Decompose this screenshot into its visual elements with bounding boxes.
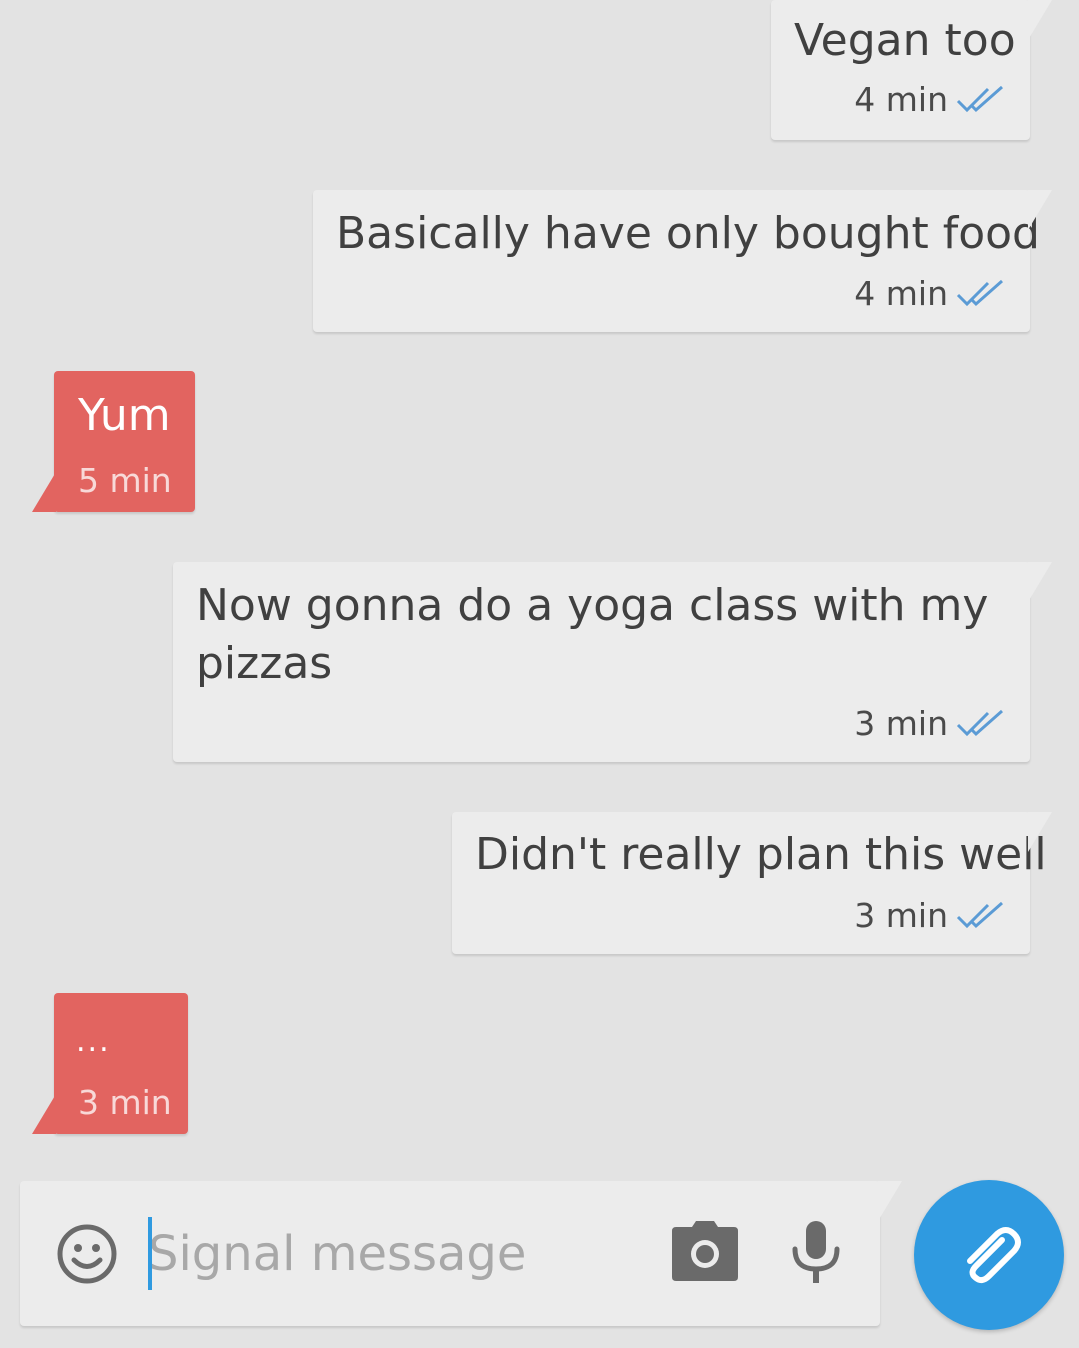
message-meta: 4 min [854,274,1008,313]
message-meta: 3 min [854,896,1008,935]
message-text: ... [76,1024,111,1059]
camera-icon[interactable] [672,1221,738,1281]
double-check-icon [956,85,1003,112]
emoji-icon[interactable] [56,1223,118,1285]
message-time: 3 min [78,1083,172,1122]
message-time: 3 min [854,704,948,743]
message-meta: 5 min [78,461,172,500]
message-bubble-outgoing[interactable]: Didn't really plan this well 3 min [452,812,1052,954]
double-check-icon [956,901,1003,928]
conversation-screen: Vegan too 4 min Basically have only boug… [0,0,1079,1348]
message-text: Didn't really plan this well [475,829,1047,880]
microphone-icon[interactable] [790,1221,842,1285]
message-bubble-outgoing[interactable]: Basically have only bought food 4 min [313,190,1052,332]
paperclip-icon [967,1227,1021,1284]
message-bubble-incoming[interactable]: ... 3 min [32,993,188,1134]
message-meta: 3 min [854,704,1008,743]
message-bubble-incoming[interactable]: Yum 5 min [32,371,195,512]
message-meta: 3 min [78,1083,172,1122]
message-input[interactable] [148,1211,648,1296]
double-check-icon [956,279,1003,306]
attach-button[interactable] [914,1180,1064,1330]
message-text: Basically have only bought food [336,208,1040,259]
message-bubble-outgoing[interactable]: Vegan too 4 min [771,0,1052,140]
message-time: 5 min [78,461,172,500]
message-text-line-2: pizzas [196,638,333,689]
text-cursor [148,1217,152,1290]
message-time: 3 min [854,896,948,935]
message-text-line-1: Now gonna do a yoga class with my [196,580,989,631]
double-check-icon [956,709,1003,736]
message-text: Yum [78,390,171,441]
message-time: 4 min [854,274,948,313]
message-meta: 4 min [854,80,1008,119]
message-composer [20,1181,902,1326]
message-bubble-outgoing[interactable]: Now gonna do a yoga class with my pizzas… [173,562,1052,762]
message-text: Vegan too [794,15,1016,66]
message-time: 4 min [854,80,948,119]
